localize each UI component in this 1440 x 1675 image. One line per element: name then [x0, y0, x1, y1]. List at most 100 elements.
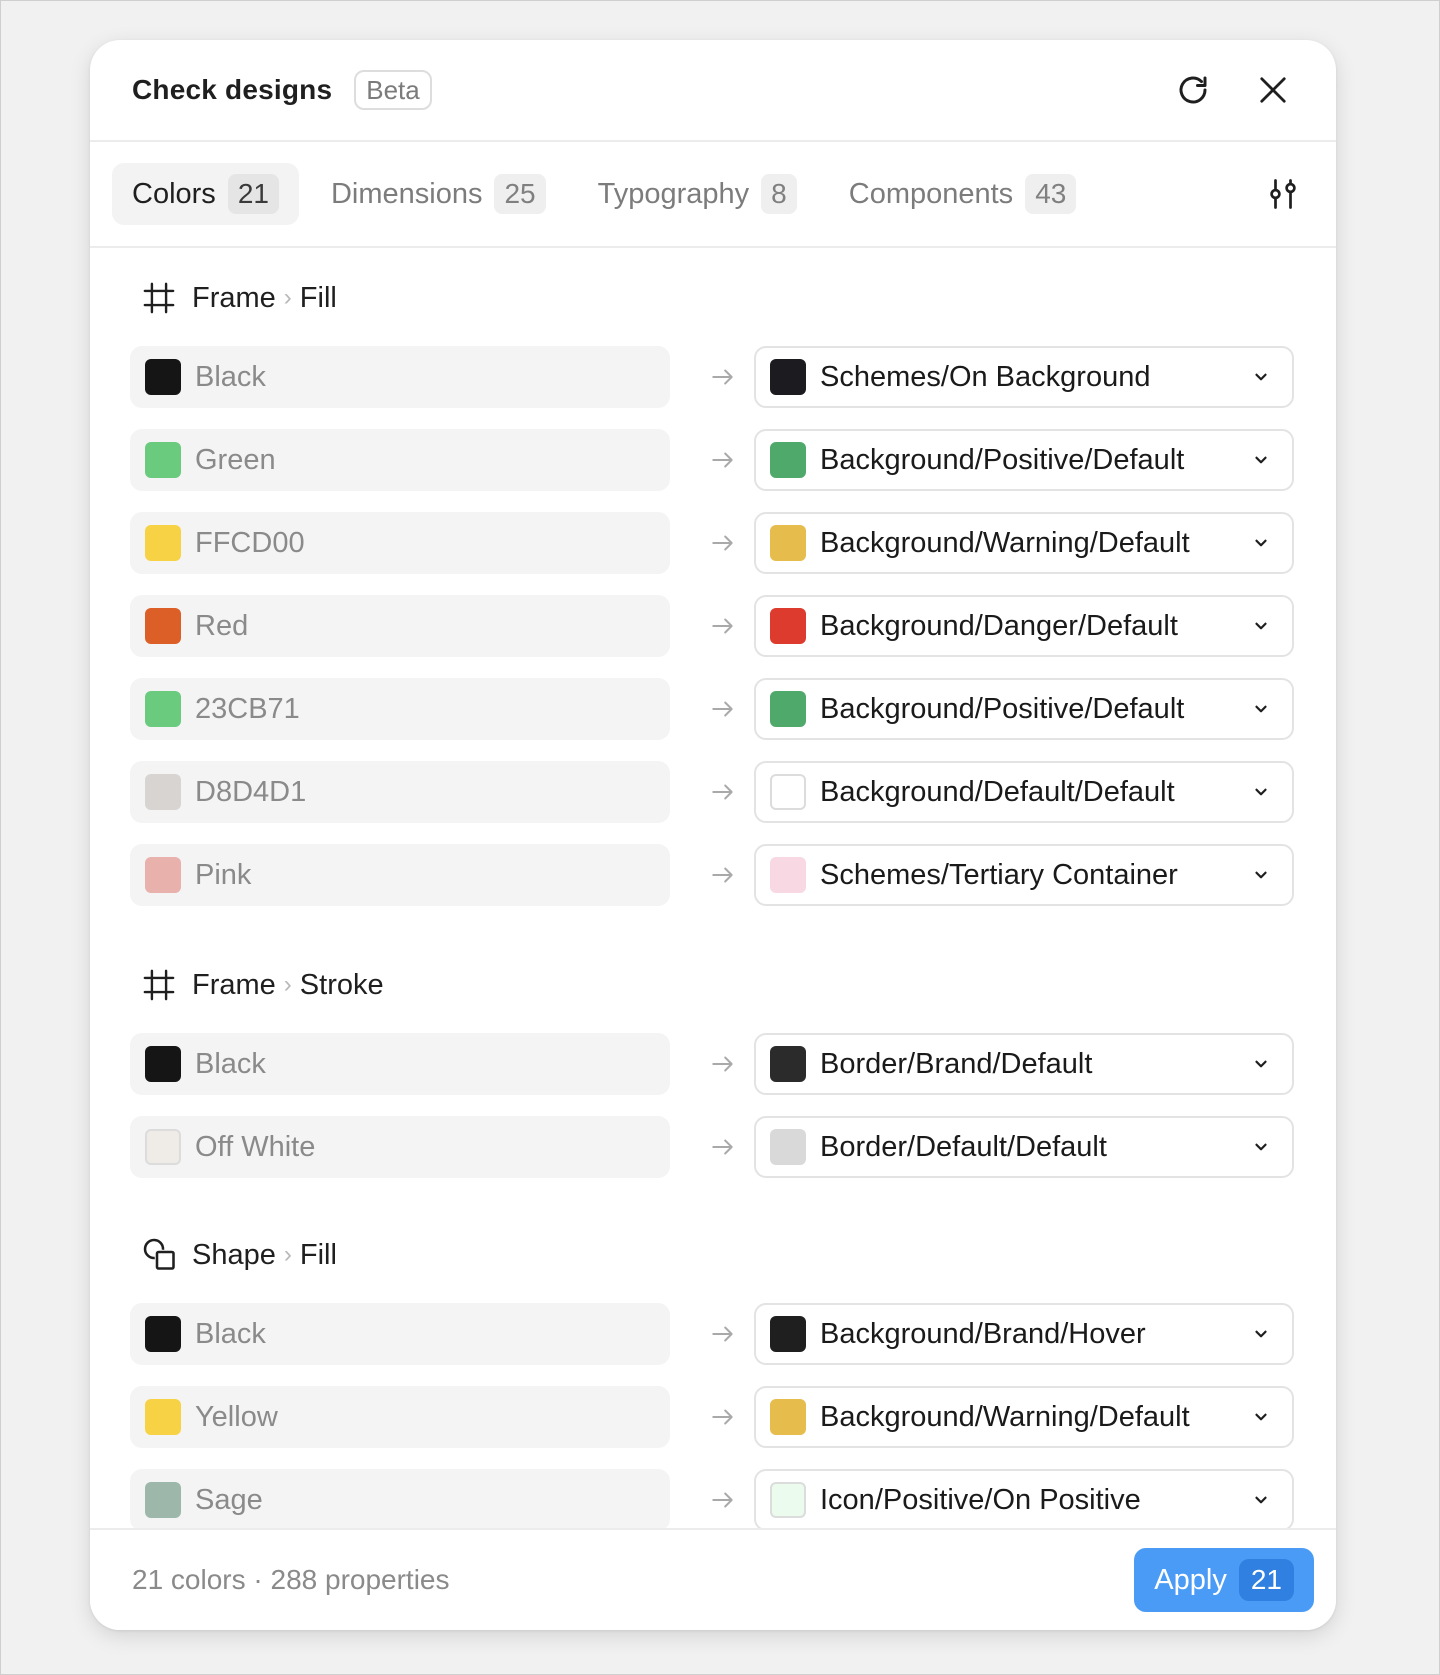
target-variable-select[interactable]: Background/Warning/Default [754, 512, 1294, 574]
target-swatch [770, 1046, 806, 1082]
tab-typography[interactable]: Typography 8 [578, 163, 817, 225]
target-swatch [770, 359, 806, 395]
arrow-right-icon [688, 844, 758, 906]
breadcrumb-chevron-icon: › [283, 971, 292, 998]
tab-label: Components [848, 177, 1014, 210]
chevron-down-icon [1252, 776, 1270, 809]
target-variable-name: Schemes/Tertiary Container [820, 858, 1178, 891]
target-variable-select[interactable]: Background/Positive/Default [754, 429, 1294, 491]
tab-colors[interactable]: Colors 21 [112, 163, 299, 225]
layer-type: Frame [192, 281, 276, 314]
chevron-down-icon [1252, 859, 1270, 892]
property-type: Fill [299, 1238, 337, 1271]
source-color: 23CB71 [130, 678, 670, 740]
target-swatch [770, 1129, 806, 1165]
target-variable-name: Background/Positive/Default [820, 692, 1185, 725]
source-color-name: Black [195, 1047, 266, 1080]
section-heading: Shape › Fill [142, 1233, 337, 1277]
source-color-name: Pink [195, 858, 252, 891]
source-color: D8D4D1 [130, 761, 670, 823]
target-variable-select[interactable]: Background/Danger/Default [754, 595, 1294, 657]
source-swatch [145, 774, 181, 810]
color-mapping-row: Off White Border/Default/Default [130, 1116, 1294, 1178]
source-color: Black [130, 1303, 670, 1365]
arrow-right-icon [688, 761, 758, 823]
target-variable-select[interactable]: Border/Brand/Default [754, 1033, 1294, 1095]
target-variable-select[interactable]: Background/Brand/Hover [754, 1303, 1294, 1365]
apply-button[interactable]: Apply 21 [1134, 1548, 1314, 1612]
tab-dimensions[interactable]: Dimensions 25 [311, 163, 566, 225]
color-mapping-row: D8D4D1 Background/Default/Default [130, 761, 1294, 823]
tab-components[interactable]: Components 43 [829, 163, 1097, 225]
apply-count: 21 [1238, 1559, 1294, 1601]
target-variable-select[interactable]: Background/Warning/Default [754, 1386, 1294, 1448]
tab-bar: Colors 21 Dimensions 25 Typography 8 Com… [90, 142, 1336, 248]
source-color: Green [130, 429, 670, 491]
tab-count: 25 [494, 174, 546, 214]
source-swatch [145, 359, 181, 395]
arrow-right-icon [688, 678, 758, 740]
chevron-down-icon [1252, 1401, 1270, 1434]
beta-badge: Beta [354, 70, 432, 110]
source-color: Black [130, 346, 670, 408]
close-button[interactable] [1252, 69, 1294, 111]
chevron-down-icon [1252, 1131, 1270, 1164]
source-swatch [145, 1316, 181, 1352]
source-color-name: Off White [195, 1130, 316, 1163]
source-color: Yellow [130, 1386, 670, 1448]
panel-title: Check designs [132, 74, 333, 105]
property-type: Fill [299, 281, 337, 314]
target-variable-name: Background/Danger/Default [820, 609, 1178, 642]
panel-header: Check designs Beta [90, 40, 1336, 142]
source-swatch [145, 691, 181, 727]
target-variable-select[interactable]: Icon/Positive/On Positive [754, 1469, 1294, 1531]
target-variable-name: Background/Default/Default [820, 775, 1175, 808]
apply-label: Apply [1154, 1563, 1227, 1596]
source-color-name: Yellow [195, 1400, 278, 1433]
chevron-down-icon [1252, 527, 1270, 560]
source-color: Black [130, 1033, 670, 1095]
target-variable-select[interactable]: Schemes/Tertiary Container [754, 844, 1294, 906]
filter-settings-button[interactable] [1262, 173, 1304, 215]
chevron-down-icon [1252, 1048, 1270, 1081]
layer-type: Shape [192, 1238, 276, 1271]
refresh-button[interactable] [1172, 69, 1214, 111]
target-swatch [770, 691, 806, 727]
target-variable-select[interactable]: Schemes/On Background [754, 346, 1294, 408]
source-color-name: Green [195, 443, 276, 476]
color-mapping-row: Pink Schemes/Tertiary Container [130, 844, 1294, 906]
source-color-name: Black [195, 360, 266, 393]
color-mapping-row: Black Border/Brand/Default [130, 1033, 1294, 1095]
source-swatch [145, 442, 181, 478]
target-swatch [770, 1482, 806, 1518]
target-variable-name: Background/Warning/Default [820, 1400, 1190, 1433]
target-variable-select[interactable]: Background/Positive/Default [754, 678, 1294, 740]
target-swatch [770, 525, 806, 561]
target-variable-select[interactable]: Background/Default/Default [754, 761, 1294, 823]
arrow-right-icon [688, 512, 758, 574]
chevron-down-icon [1252, 444, 1270, 477]
target-variable-name: Border/Brand/Default [820, 1047, 1093, 1080]
header-actions [1172, 69, 1294, 111]
color-mapping-row: Black Schemes/On Background [130, 346, 1294, 408]
source-color-name: Black [195, 1317, 266, 1350]
target-variable-name: Icon/Positive/On Positive [820, 1483, 1141, 1516]
close-icon [1260, 77, 1286, 103]
panel-footer: 21 colors · 288 properties Apply 21 [90, 1528, 1336, 1630]
arrow-right-icon [688, 346, 758, 408]
breadcrumb-chevron-icon: › [283, 1241, 292, 1268]
source-color: Red [130, 595, 670, 657]
chevron-down-icon [1252, 610, 1270, 643]
tab-count: 43 [1025, 174, 1077, 214]
source-color: FFCD00 [130, 512, 670, 574]
source-color: Sage [130, 1469, 670, 1531]
layer-type: Frame [192, 968, 276, 1001]
refresh-icon [1179, 76, 1207, 104]
tab-count: 8 [761, 174, 797, 214]
source-color-name: FFCD00 [195, 526, 305, 559]
source-swatch [145, 1046, 181, 1082]
target-variable-select[interactable]: Border/Default/Default [754, 1116, 1294, 1178]
source-swatch [145, 1129, 181, 1165]
chevron-down-icon [1252, 1318, 1270, 1351]
color-mapping-row: 23CB71 Background/Positive/Default [130, 678, 1294, 740]
